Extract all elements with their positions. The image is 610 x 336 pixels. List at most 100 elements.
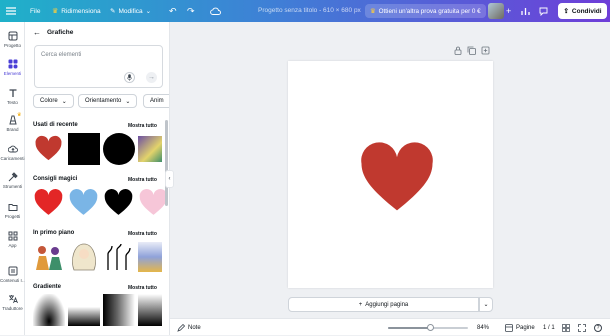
rail-label: Brand bbox=[6, 127, 19, 132]
edit-mode-button[interactable]: ✎ Modifica ⌄ bbox=[106, 0, 155, 22]
document-title[interactable]: Progetto senza titolo - 610 × 680 px bbox=[258, 0, 361, 22]
show-all-link[interactable]: Mostra tutto bbox=[128, 177, 157, 183]
comments-button[interactable] bbox=[539, 0, 548, 22]
illustration-hair-thumbnail[interactable] bbox=[68, 240, 100, 272]
rail-item-progetto[interactable]: Progetto bbox=[0, 31, 25, 48]
upload-icon bbox=[7, 145, 18, 153]
rail-label: Contenuti I… bbox=[0, 278, 27, 283]
menu-icon[interactable] bbox=[6, 0, 16, 22]
stats-button[interactable] bbox=[521, 0, 530, 22]
filter-colore[interactable]: Colore ⌄ bbox=[33, 94, 74, 108]
illustration-people-thumbnail[interactable] bbox=[33, 240, 65, 272]
chevron-left-icon: ‹ bbox=[168, 176, 171, 182]
photo-thumbnail[interactable] bbox=[138, 136, 162, 162]
heart-thumbnail[interactable] bbox=[33, 133, 64, 164]
tools-icon bbox=[8, 172, 18, 182]
filter-label: Anim bbox=[150, 98, 164, 104]
cloud-icon bbox=[210, 7, 221, 15]
microphone-button[interactable] bbox=[124, 72, 135, 83]
zoom-value[interactable]: 84% bbox=[477, 319, 489, 336]
notes-button[interactable]: Note bbox=[177, 319, 201, 336]
section-title: Usati di recente bbox=[33, 122, 78, 128]
add-page-button[interactable]: + Aggiungi pagina bbox=[288, 297, 479, 312]
circle-thumbnail[interactable] bbox=[103, 133, 135, 165]
grid-view-button[interactable] bbox=[562, 319, 570, 336]
rail-item-contenuti[interactable]: Contenuti I… bbox=[0, 266, 27, 283]
search-input[interactable]: Cerca elementi → bbox=[34, 45, 163, 88]
add-page-options-button[interactable]: ⌄ bbox=[479, 297, 493, 312]
free-trial-button[interactable]: ♛ Ottieni un'altra prova gratuita per 0 … bbox=[365, 4, 486, 18]
illustration-bottles-thumbnail[interactable] bbox=[103, 240, 135, 272]
trial-label: Ottieni un'altra prova gratuita per 0 € bbox=[378, 7, 481, 15]
rail-item-testo[interactable]: Testo bbox=[0, 88, 25, 105]
page-counter: 1 / 1 bbox=[543, 324, 555, 331]
rail-label: Strumenti bbox=[2, 184, 23, 189]
show-all-link[interactable]: Mostra tutto bbox=[128, 285, 157, 291]
filter-orientamento[interactable]: Orientamento ⌄ bbox=[78, 94, 138, 108]
illustration-thumbnail[interactable] bbox=[138, 242, 162, 272]
gradient-thumbnail[interactable] bbox=[103, 294, 135, 326]
chevron-down-icon: ⌄ bbox=[145, 8, 152, 15]
black-heart-thumbnail[interactable] bbox=[102, 186, 135, 219]
chevron-down-icon: ⌄ bbox=[483, 302, 489, 308]
rail-item-brand[interactable]: Brand ♛ bbox=[0, 112, 25, 132]
crown-icon: ♛ bbox=[370, 7, 376, 15]
panel-scrollbar[interactable] bbox=[165, 120, 168, 206]
filter-label: Orientamento bbox=[85, 98, 122, 104]
chevron-down-icon: ⌄ bbox=[61, 98, 67, 105]
back-arrow-icon[interactable]: ← bbox=[33, 28, 41, 37]
fullscreen-icon bbox=[578, 323, 586, 332]
gradient-thumbnail[interactable] bbox=[68, 294, 100, 326]
help-button[interactable]: ? bbox=[594, 319, 602, 336]
resize-button[interactable]: ♛ Ridimensiona bbox=[48, 0, 105, 22]
notes-label: Note bbox=[188, 324, 201, 331]
section-title: In primo piano bbox=[33, 230, 75, 236]
pencil-icon: ✎ bbox=[110, 8, 116, 15]
rail-label: Traduttore bbox=[2, 306, 23, 311]
add-collaborator-button[interactable]: + bbox=[506, 0, 511, 22]
translate-icon bbox=[8, 295, 18, 304]
bar-chart-icon bbox=[521, 8, 530, 15]
rail-item-app[interactable]: App bbox=[0, 231, 25, 248]
filter-animazione[interactable]: Anim bbox=[143, 94, 169, 108]
rail-item-strumenti[interactable]: Strumenti bbox=[0, 172, 25, 189]
pages-button[interactable]: Pagine bbox=[505, 319, 535, 336]
search-submit-button[interactable]: → bbox=[146, 72, 157, 83]
show-all-link[interactable]: Mostra tutto bbox=[128, 231, 157, 237]
lock-icon[interactable] bbox=[454, 46, 462, 55]
fullscreen-button[interactable] bbox=[578, 319, 586, 336]
square-thumbnail[interactable] bbox=[68, 133, 100, 165]
blue-heart-thumbnail[interactable] bbox=[67, 186, 100, 219]
share-button[interactable]: ⇪ Condividi bbox=[558, 3, 607, 19]
gradient-thumbnail[interactable] bbox=[138, 294, 162, 326]
rail-item-traduttore[interactable]: Traduttore bbox=[0, 294, 25, 311]
duplicate-icon[interactable] bbox=[467, 46, 476, 55]
edit-label: Modifica bbox=[118, 7, 143, 15]
arrow-right-icon: → bbox=[148, 74, 155, 81]
show-all-link[interactable]: Mostra tutto bbox=[128, 123, 157, 129]
layout-icon bbox=[8, 31, 17, 41]
rail-item-progetti[interactable]: Progetti bbox=[0, 202, 25, 219]
shapes-icon bbox=[8, 59, 17, 69]
gradient-thumbnail[interactable] bbox=[33, 294, 65, 326]
notes-icon bbox=[177, 323, 185, 332]
content-icon bbox=[8, 266, 17, 276]
resize-label: Ridimensiona bbox=[61, 7, 101, 15]
heart-shape[interactable] bbox=[358, 141, 436, 212]
collapse-panel-button[interactable]: ‹ bbox=[165, 170, 174, 188]
zoom-slider[interactable] bbox=[388, 324, 468, 331]
panel-header: ← Grafiche bbox=[33, 28, 73, 37]
undo-button[interactable]: ↶ bbox=[169, 0, 177, 22]
redo-button[interactable]: ↷ bbox=[187, 0, 195, 22]
add-page-icon[interactable] bbox=[481, 46, 490, 55]
avatar[interactable] bbox=[488, 3, 504, 19]
rail-label: App bbox=[8, 243, 17, 248]
red-heart-thumbnail[interactable] bbox=[32, 186, 65, 219]
cloud-save-button[interactable] bbox=[210, 0, 221, 22]
file-label: File bbox=[30, 7, 41, 15]
zoom-slider-handle[interactable] bbox=[427, 324, 434, 331]
design-page[interactable] bbox=[288, 61, 493, 288]
rail-item-elementi[interactable]: Elementi bbox=[0, 59, 25, 76]
file-menu[interactable]: File bbox=[26, 0, 44, 22]
rail-item-caricamenti[interactable]: Caricamenti bbox=[0, 144, 25, 161]
